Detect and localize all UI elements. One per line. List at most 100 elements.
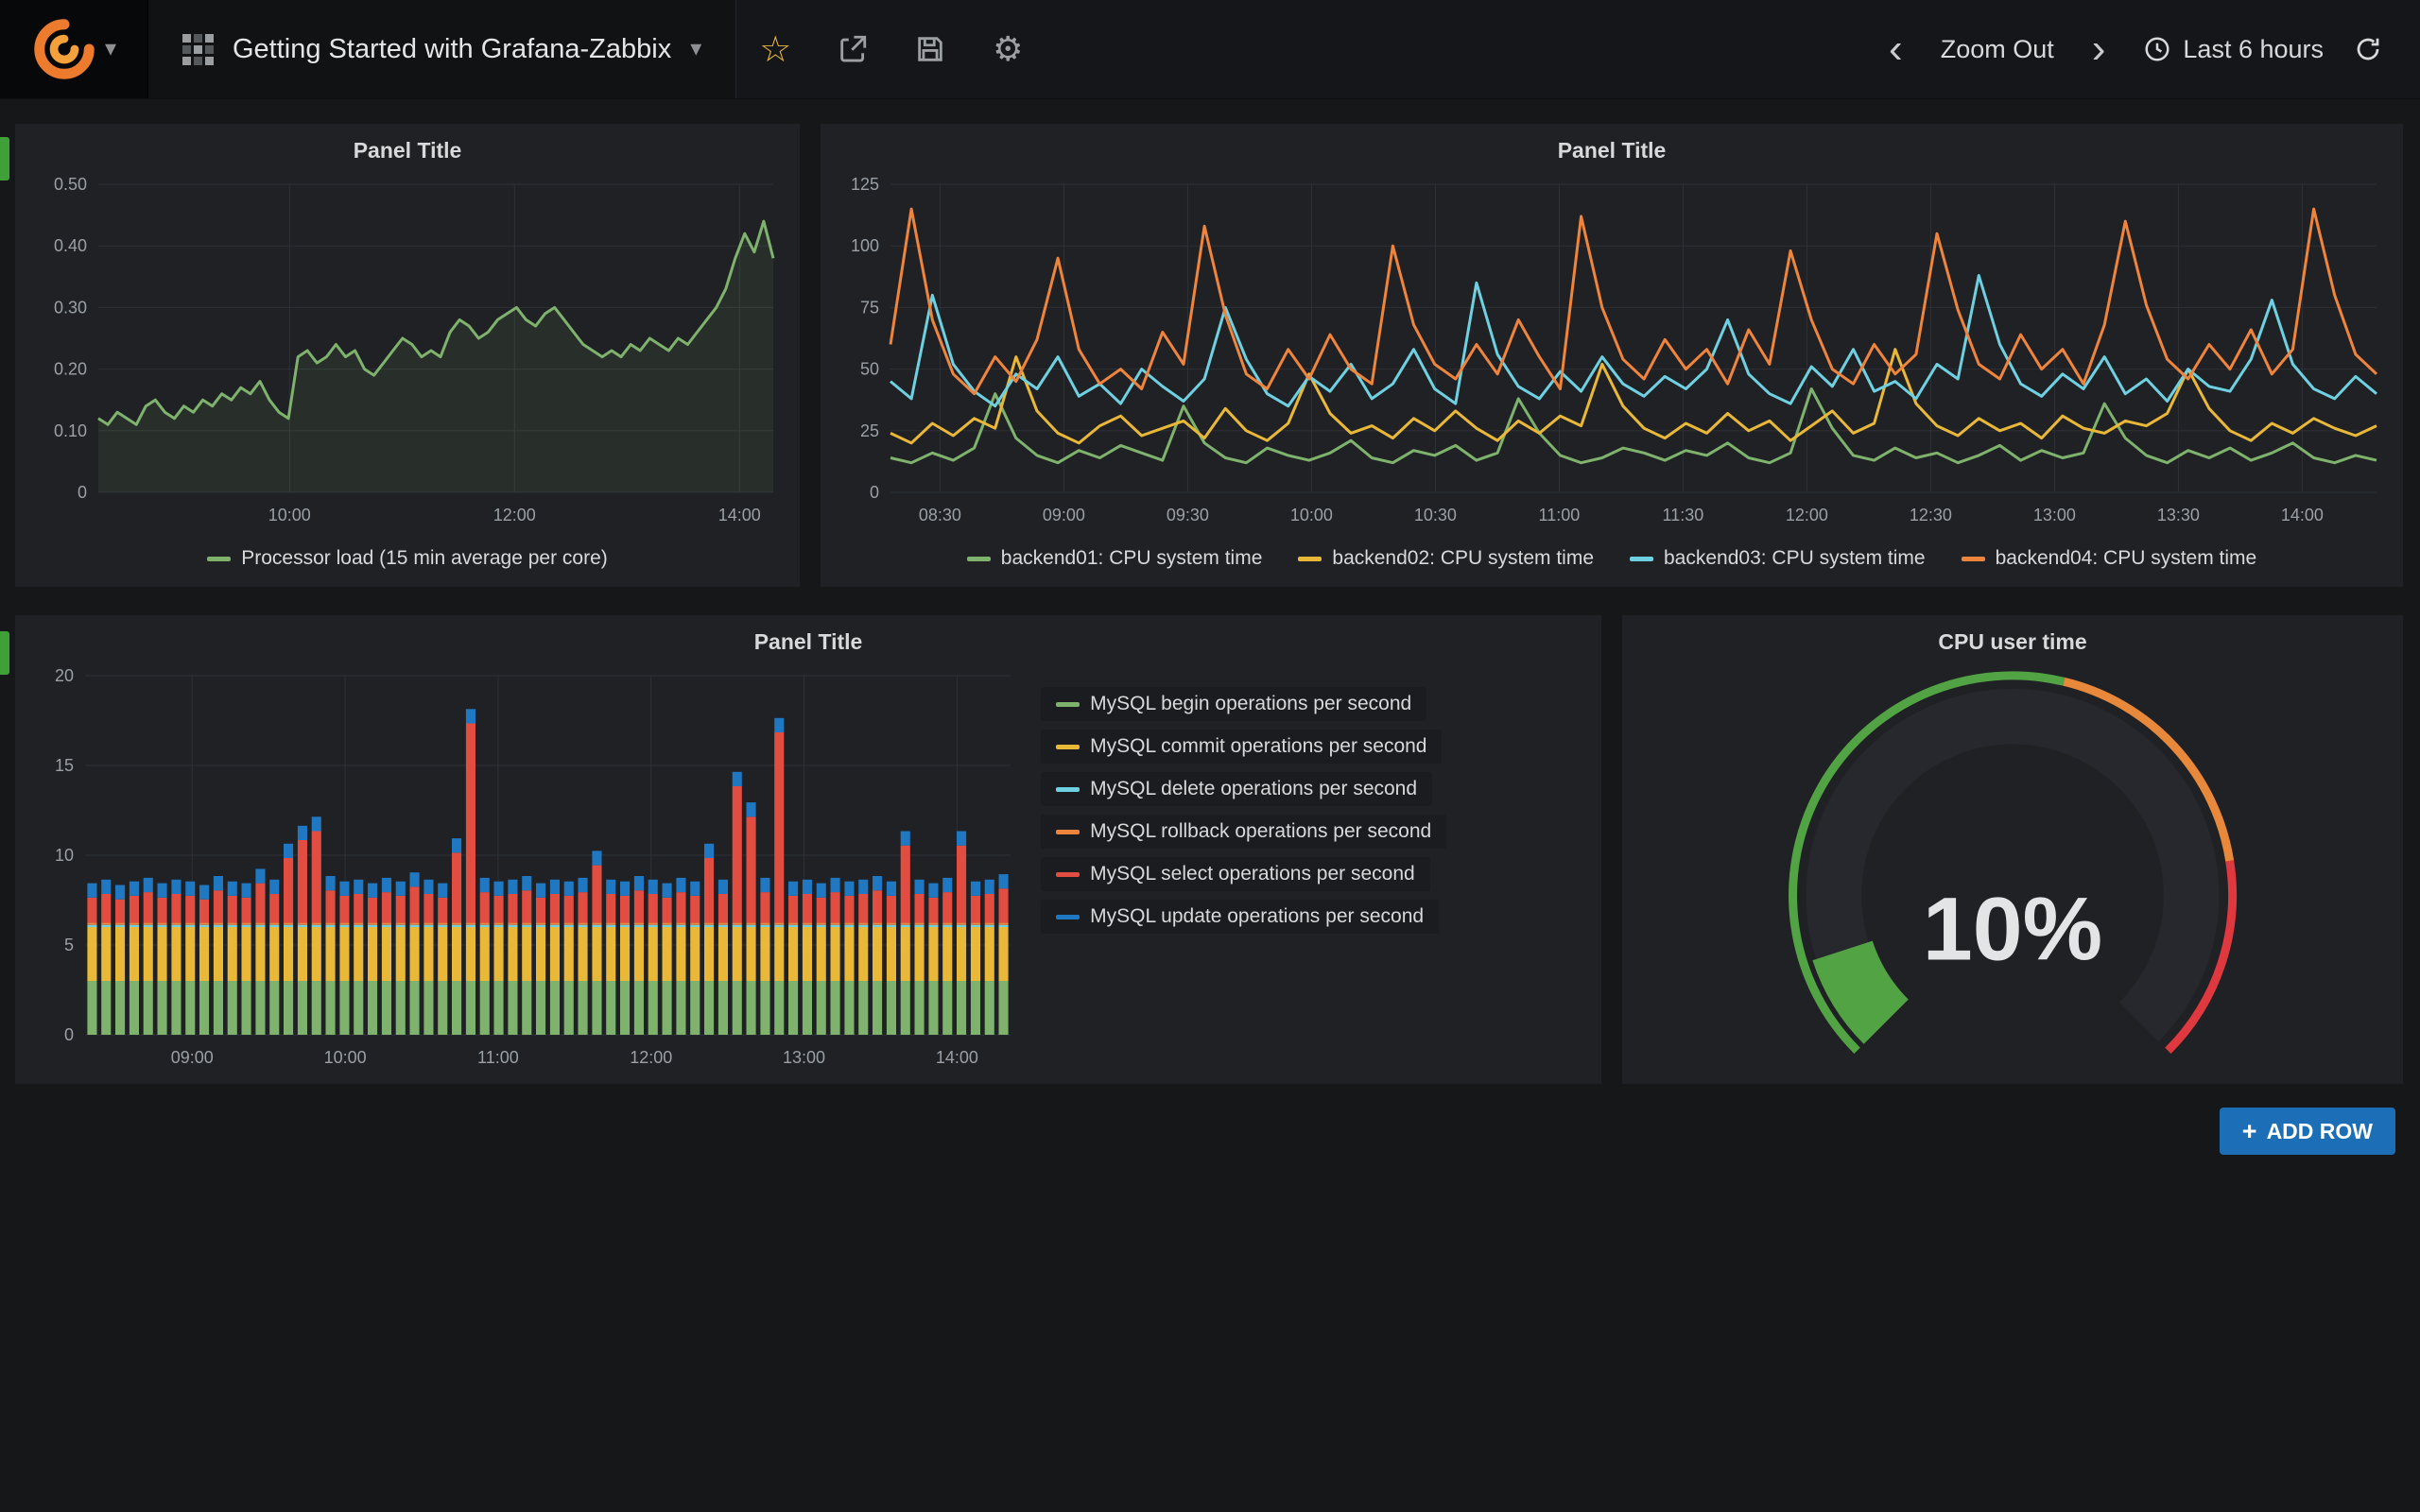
legend-item[interactable]: MySQL begin operations per second: [1041, 687, 1426, 721]
legend-color-marker: [967, 557, 991, 561]
time-range-picker[interactable]: Last 6 hours: [2128, 0, 2339, 98]
svg-text:14:00: 14:00: [2281, 506, 2324, 524]
legend-item[interactable]: MySQL select operations per second: [1041, 857, 1430, 891]
dashboard-picker[interactable]: Getting Started with Grafana-Zabbix ▾: [147, 0, 736, 98]
time-controls: ‹ Zoom Out › Last 6 hours: [1866, 0, 2420, 98]
panel-title[interactable]: Panel Title: [25, 129, 790, 171]
cpu-system-time-line-chart[interactable]: 08:3009:0009:3010:0010:3011:0011:3012:00…: [830, 171, 2394, 536]
svg-text:0: 0: [870, 483, 879, 502]
svg-text:10:30: 10:30: [1414, 506, 1457, 524]
star-button[interactable]: ☆: [736, 0, 814, 98]
mysql-operations-bar-chart[interactable]: 09:0010:0011:0012:0013:0014:0005101520: [25, 662, 1028, 1078]
legend-label: backend04: CPU system time: [1996, 547, 2257, 570]
time-range-label: Last 6 hours: [2183, 35, 2324, 64]
zoom-out-label: Zoom Out: [1941, 35, 2054, 64]
svg-text:09:00: 09:00: [171, 1048, 214, 1067]
legend-color-marker: [1056, 830, 1080, 834]
legend-item[interactable]: backend02: CPU system time: [1298, 547, 1594, 570]
settings-button[interactable]: ⚙: [969, 0, 1046, 98]
panel-body: 09:0010:0011:0012:0013:0014:0005101520 M…: [25, 662, 1592, 1078]
legend-item[interactable]: backend01: CPU system time: [967, 547, 1263, 570]
refresh-icon: [2354, 35, 2382, 63]
dashboard-grid-icon: [182, 34, 214, 65]
panel-title[interactable]: Panel Title: [830, 129, 2394, 171]
svg-text:10%: 10%: [1923, 880, 2102, 980]
legend-label: backend01: CPU system time: [1001, 547, 1263, 570]
svg-text:08:30: 08:30: [919, 506, 961, 524]
svg-text:09:00: 09:00: [1043, 506, 1085, 524]
time-shift-forward-button[interactable]: ›: [2069, 0, 2129, 98]
svg-text:0.20: 0.20: [54, 360, 87, 379]
svg-text:100: 100: [851, 236, 879, 255]
row-handle[interactable]: [0, 631, 9, 675]
star-icon: ☆: [759, 28, 791, 71]
legend-color-marker: [1056, 787, 1080, 792]
caret-down-icon: ▾: [105, 38, 116, 60]
legend-color-marker: [1630, 557, 1653, 561]
svg-text:15: 15: [55, 756, 74, 775]
panel-cpu-system-time: Panel Title 08:30 09:00 09:30 10:00 10:30 11:…: [821, 124, 2403, 587]
share-button[interactable]: [814, 0, 891, 98]
svg-text:5: 5: [64, 936, 74, 954]
svg-text:09:30: 09:30: [1167, 506, 1209, 524]
save-icon: [914, 33, 946, 65]
chevron-left-icon: ‹: [1881, 26, 1910, 73]
svg-text:125: 125: [851, 175, 879, 194]
add-row-button[interactable]: + ADD ROW: [2220, 1108, 2395, 1155]
legend-item[interactable]: MySQL commit operations per second: [1041, 730, 1442, 764]
legend-color-marker: [1056, 745, 1080, 749]
legend-color-marker: [1056, 702, 1080, 707]
add-row-label: ADD ROW: [2267, 1119, 2373, 1144]
panel-mysql-operations: Panel Title 09:0010:0011:0012:0013:0014:…: [15, 615, 1601, 1084]
svg-text:0.30: 0.30: [54, 298, 87, 317]
svg-text:10:00: 10:00: [1290, 506, 1333, 524]
navbar-spacer: [1046, 0, 1866, 98]
panel-title[interactable]: Panel Title: [25, 621, 1592, 662]
clock-icon: [2143, 35, 2171, 63]
refresh-button[interactable]: [2339, 0, 2397, 98]
svg-text:11:00: 11:00: [477, 1048, 519, 1067]
grafana-menu-button[interactable]: ▾: [0, 0, 147, 98]
legend-label: backend03: CPU system time: [1664, 547, 1926, 570]
svg-text:12:00: 12:00: [493, 506, 536, 524]
svg-text:11:30: 11:30: [1663, 506, 1704, 524]
legend-item[interactable]: MySQL update operations per second: [1041, 900, 1439, 934]
legend-item[interactable]: MySQL rollback operations per second: [1041, 815, 1446, 849]
cpu-user-time-gauge[interactable]: 10%: [1632, 662, 2394, 1078]
row-handle[interactable]: [0, 137, 9, 180]
legend-color-marker: [1056, 915, 1080, 919]
svg-text:0: 0: [78, 483, 87, 502]
svg-text:13:00: 13:00: [783, 1048, 825, 1067]
legend-item[interactable]: backend03: CPU system time: [1630, 547, 1926, 570]
dashboard-title: Getting Started with Grafana-Zabbix: [233, 34, 671, 65]
svg-text:75: 75: [860, 298, 879, 317]
chevron-right-icon: ›: [2084, 26, 2114, 73]
legend-color-marker: [1962, 557, 1985, 561]
zoom-out-button[interactable]: Zoom Out: [1926, 0, 2069, 98]
legend-item[interactable]: backend04: CPU system time: [1962, 547, 2257, 570]
gear-icon: ⚙: [993, 29, 1023, 69]
caret-down-icon: ▾: [690, 38, 701, 60]
svg-text:13:00: 13:00: [2033, 506, 2076, 524]
legend-label: MySQL begin operations per second: [1090, 693, 1411, 715]
panel-title[interactable]: CPU user time: [1632, 621, 2394, 662]
plus-icon: +: [2242, 1119, 2257, 1144]
legend-color-marker: [1056, 872, 1080, 877]
svg-text:11:00: 11:00: [1539, 506, 1581, 524]
time-shift-back-button[interactable]: ‹: [1866, 0, 1926, 98]
processor-load-line-chart[interactable]: 10:0012:0014:0000.100.200.300.400.50: [25, 171, 790, 536]
share-icon: [837, 33, 869, 65]
legend-label: MySQL select operations per second: [1090, 863, 1415, 885]
legend-label: backend02: CPU system time: [1332, 547, 1594, 570]
svg-text:0.40: 0.40: [54, 236, 87, 255]
save-button[interactable]: [891, 0, 969, 98]
svg-text:0.10: 0.10: [54, 421, 87, 440]
legend: MySQL begin operations per second MySQL c…: [1028, 662, 1592, 1078]
grafana-logo-icon: [31, 16, 97, 82]
svg-text:10: 10: [55, 846, 74, 865]
legend-item[interactable]: Processor load (15 min average per core): [207, 547, 608, 570]
legend: Processor load (15 min average per core): [25, 536, 790, 581]
legend-item[interactable]: MySQL delete operations per second: [1041, 772, 1432, 806]
panel-cpu-user-time: CPU user time 10%: [1622, 615, 2403, 1084]
svg-text:20: 20: [55, 666, 74, 685]
